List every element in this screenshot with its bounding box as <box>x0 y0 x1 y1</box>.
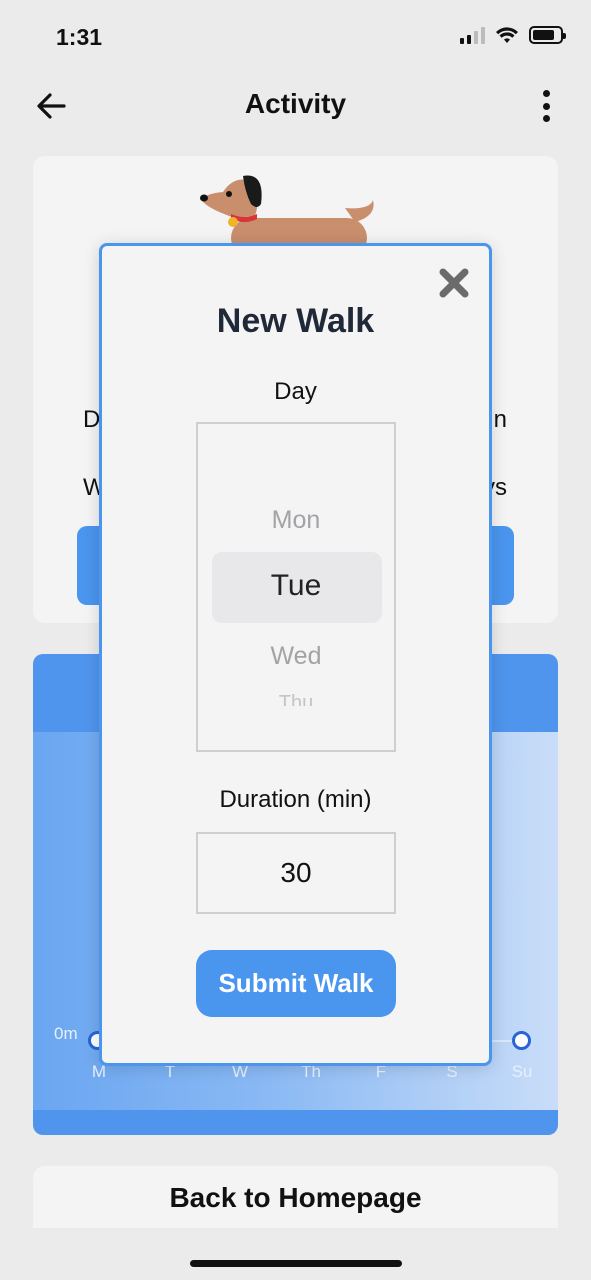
profile-row-value-1: n <box>493 406 507 433</box>
more-options-icon[interactable] <box>541 90 551 122</box>
battery-icon <box>529 26 566 44</box>
day-label-su: Su <box>511 1062 533 1081</box>
status-time: 1:31 <box>56 24 103 50</box>
dachshund-illustration <box>200 175 374 245</box>
submit-walk-button[interactable]: Submit Walk <box>196 950 396 1017</box>
duration-field-label: Duration (min) <box>219 786 372 813</box>
home-indicator[interactable] <box>190 1260 402 1267</box>
top-app-bar: Activity <box>0 78 591 134</box>
back-to-homepage-button[interactable]: Back to Homepage <box>33 1166 558 1228</box>
picker-option-mon[interactable]: Mon <box>198 506 394 535</box>
picker-option-wed[interactable]: Wed <box>198 642 394 671</box>
new-walk-modal: New Walk Day Mon Tue Wed Thu Duration (m… <box>99 243 492 1066</box>
signal-icon <box>460 26 485 44</box>
wifi-icon <box>496 27 518 43</box>
duration-input[interactable]: 30 <box>196 832 396 914</box>
day-picker[interactable]: Mon Tue Wed Thu <box>196 422 396 752</box>
chart-point-sun <box>512 1031 531 1050</box>
picker-option-thu[interactable]: Thu <box>198 692 394 706</box>
status-icons <box>460 26 566 44</box>
modal-title: New Walk <box>216 302 375 340</box>
page-title: Activity <box>244 88 347 119</box>
close-icon[interactable] <box>437 266 471 300</box>
back-to-homepage-label: Back to Homepage <box>169 1182 422 1213</box>
chart-y-label: 0m <box>54 1024 78 1043</box>
picker-option-tue[interactable]: Tue <box>198 569 394 603</box>
day-field-label: Day <box>274 378 317 405</box>
profile-row-label-1: D <box>83 406 101 433</box>
